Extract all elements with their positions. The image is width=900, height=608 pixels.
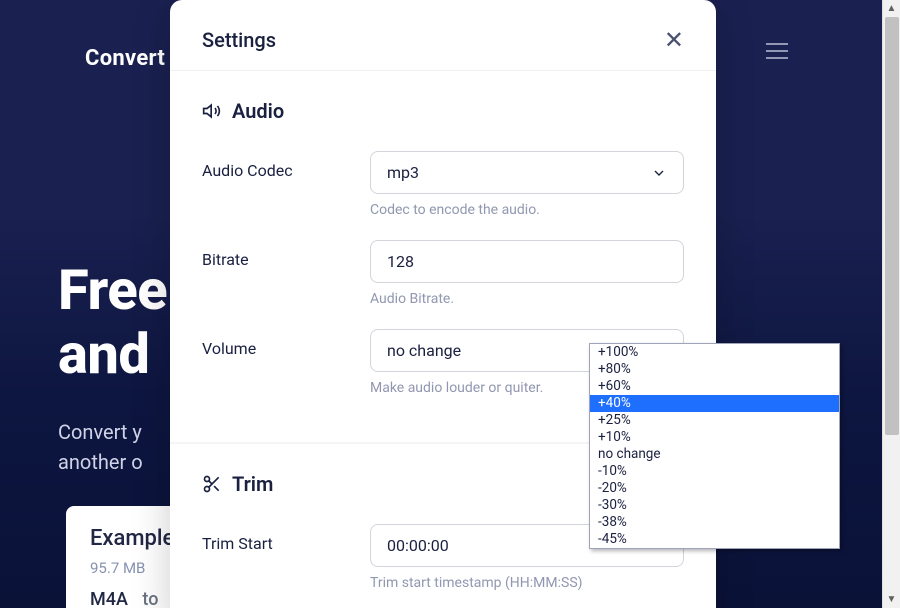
bitrate-label: Bitrate bbox=[202, 240, 370, 325]
brand-logo: Convert bbox=[85, 46, 165, 71]
volume-dropdown-popup[interactable]: +100%+80%+60%+40%+25%+10%no change-10%-2… bbox=[589, 343, 840, 549]
scissors-icon bbox=[202, 474, 222, 494]
trim-start-help: Trim start timestamp (HH:MM:SS) bbox=[370, 575, 684, 591]
volume-option[interactable]: +40% bbox=[590, 395, 839, 412]
hero-title-line-1: Free bbox=[58, 258, 167, 322]
volume-option[interactable]: -30% bbox=[590, 497, 839, 514]
volume-option[interactable]: +100% bbox=[590, 344, 839, 361]
volume-option[interactable]: +25% bbox=[590, 412, 839, 429]
volume-option[interactable]: +80% bbox=[590, 361, 839, 378]
audio-section-title: Audio bbox=[232, 99, 284, 123]
volume-option[interactable]: no change bbox=[590, 446, 839, 463]
file-to-label: to bbox=[142, 589, 158, 608]
menu-icon[interactable] bbox=[766, 43, 788, 59]
volume-option[interactable]: +10% bbox=[590, 429, 839, 446]
scroll-down-arrow[interactable]: ▼ bbox=[883, 591, 900, 608]
volume-option[interactable]: +60% bbox=[590, 378, 839, 395]
hero-subtitle-line-2: another o bbox=[58, 447, 167, 477]
volume-option[interactable]: -45% bbox=[590, 531, 839, 548]
volume-label: Volume bbox=[202, 329, 370, 414]
file-from-format: M4A bbox=[90, 589, 128, 608]
hero-title-line-2: and bbox=[58, 322, 167, 386]
bitrate-help: Audio Bitrate. bbox=[370, 291, 684, 307]
volume-value: no change bbox=[387, 341, 461, 360]
close-icon[interactable]: ✕ bbox=[664, 28, 684, 52]
speaker-icon bbox=[202, 101, 222, 121]
trim-start-label: Trim Start bbox=[202, 524, 370, 608]
scroll-up-arrow[interactable]: ▲ bbox=[883, 0, 900, 17]
modal-title: Settings bbox=[202, 28, 276, 52]
volume-option[interactable]: -38% bbox=[590, 514, 839, 531]
codec-help: Codec to encode the audio. bbox=[370, 202, 684, 218]
codec-select[interactable]: mp3 bbox=[370, 151, 684, 194]
chevron-down-icon bbox=[651, 165, 667, 181]
scroll-thumb[interactable] bbox=[885, 17, 899, 435]
scroll-track[interactable] bbox=[883, 17, 900, 591]
outer-scrollbar[interactable]: ▲ ▼ bbox=[882, 0, 900, 608]
bitrate-input[interactable] bbox=[370, 240, 684, 283]
volume-option[interactable]: -10% bbox=[590, 463, 839, 480]
volume-option[interactable]: -20% bbox=[590, 480, 839, 497]
codec-label: Audio Codec bbox=[202, 151, 370, 236]
codec-value: mp3 bbox=[387, 163, 419, 182]
hero-subtitle-line-1: Convert y bbox=[58, 417, 167, 447]
trim-section-title: Trim bbox=[232, 472, 273, 496]
